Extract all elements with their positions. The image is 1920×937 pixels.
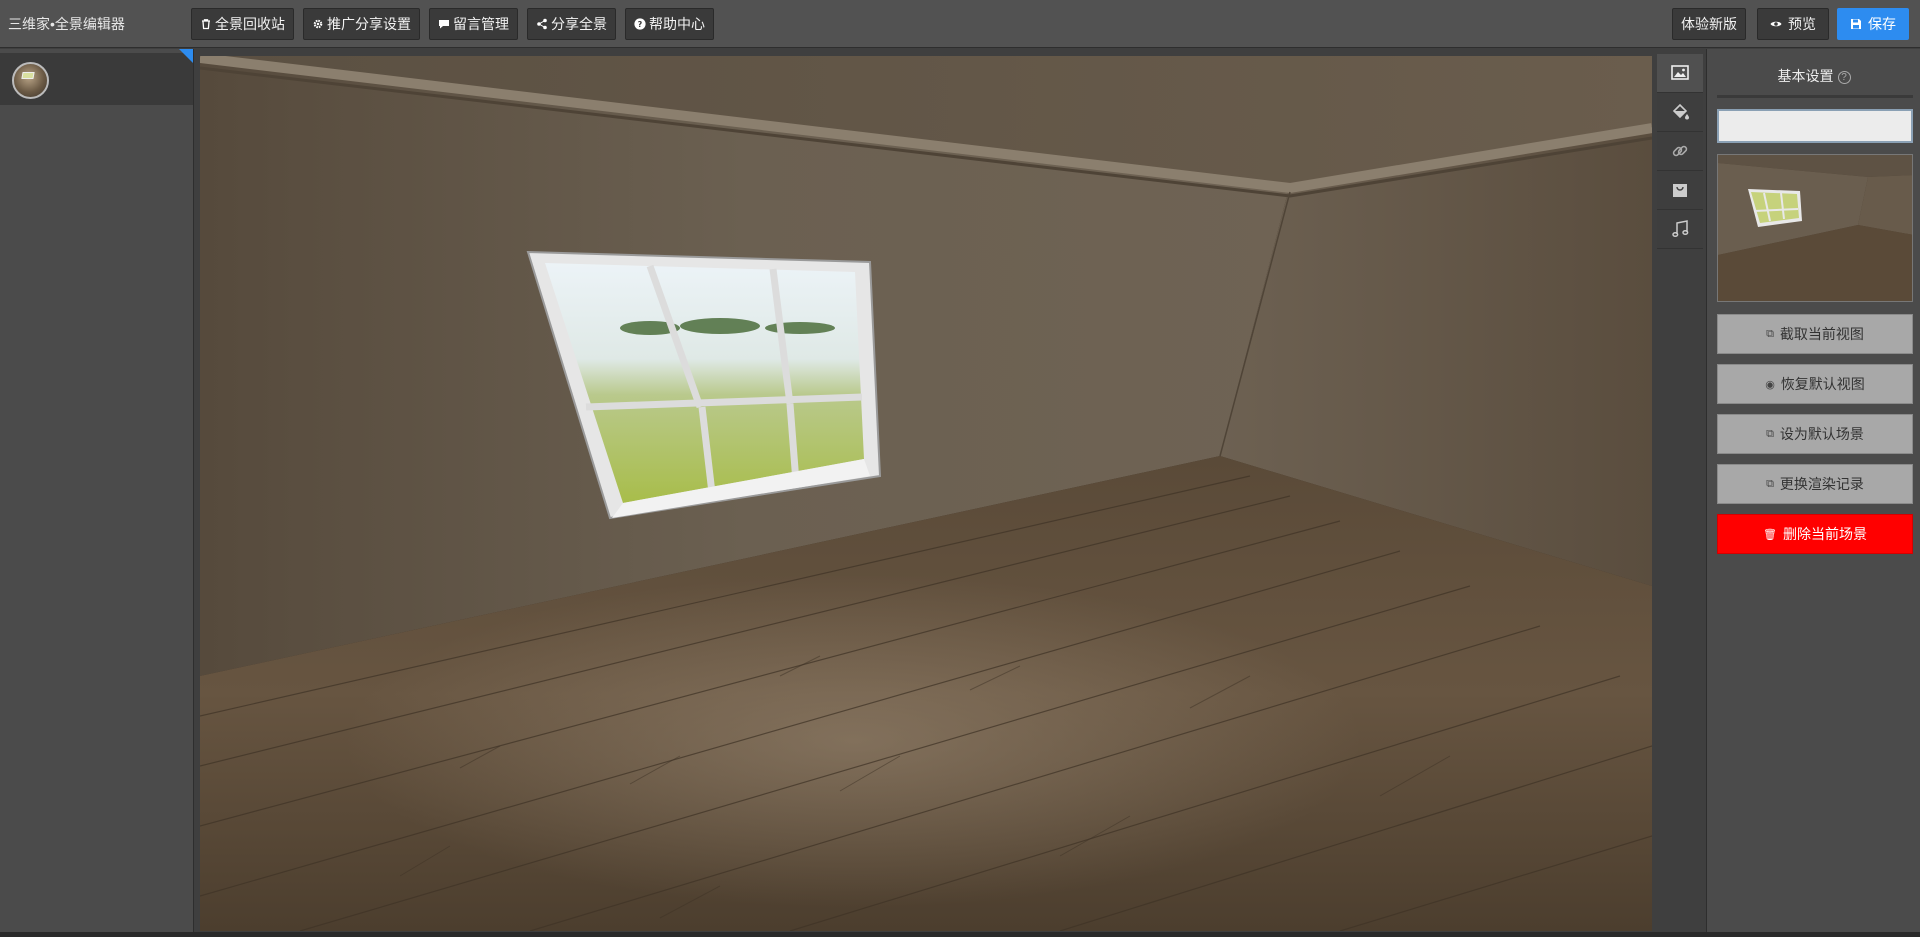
promote-share-settings-button[interactable]: 推广分享设置 [303,8,420,40]
crop-icon: ⧉ [1766,327,1774,340]
link-icon [1672,145,1688,157]
help-circle-icon[interactable]: ? [1837,71,1851,84]
crop-icon: ⧉ [1766,427,1774,440]
capture-current-view-label: 截取当前视图 [1779,326,1864,342]
restore-default-view-label: 恢复默认视图 [1780,376,1865,392]
settings-title-text: 基本设置 [1777,68,1834,84]
delete-current-scene-button[interactable]: 🗑 删除当前场景 [1717,514,1913,554]
preview-label: 预览 [1788,16,1816,32]
room-scene [200,56,1652,931]
tool-music[interactable] [1657,210,1703,249]
help-center-label: 帮助中心 [649,16,705,32]
settings-title: 基本设置? [1707,66,1920,86]
share-panorama-label: 分享全景 [551,16,607,32]
comment-management-button[interactable]: 留言管理 [429,8,518,40]
promote-share-settings-label: 推广分享设置 [327,16,411,32]
save-label: 保存 [1868,16,1896,32]
capture-current-view-button[interactable]: ⧉ 截取当前视图 [1717,314,1913,354]
comment-management-label: 留言管理 [453,16,509,32]
crop-icon: ⧉ [1766,477,1774,490]
set-default-scene-label: 设为默认场景 [1779,426,1864,442]
eye-icon [1770,21,1782,27]
try-new-version-label: 体验新版 [1681,16,1737,32]
selected-corner-marker [179,49,193,63]
tool-bag[interactable] [1657,171,1703,210]
help-center-button[interactable]: ? 帮助中心 [625,8,714,40]
floppy-icon [1851,19,1861,29]
restore-default-view-button[interactable]: ◉ 恢复默认视图 [1717,364,1913,404]
scene-preview-thumbnail [1717,154,1913,302]
tool-link[interactable] [1657,132,1703,171]
share-panorama-button[interactable]: 分享全景 [527,8,616,40]
top-toolbar: 三维家•全景编辑器 全景回收站 推广分享设置 留言管理 分享全景 ? 帮助中心 … [0,0,1920,48]
bottom-strip [0,932,1920,937]
settings-panel: 基本设置? ⧉ 截取当前视图 ◉ 恢复默认视图 ⧉ 设为默认场景 ⧉ 更换渲染记… [1706,49,1920,932]
scene-list-panel [0,49,194,932]
music-icon [1672,220,1689,238]
image-icon [1671,65,1689,80]
scene-list-item[interactable] [0,49,193,105]
try-new-version-button[interactable]: 体验新版 [1672,8,1746,40]
bag-icon [1673,184,1687,197]
svg-text:?: ? [638,20,643,29]
scene-name-input[interactable] [1717,109,1913,143]
tool-image[interactable] [1657,54,1703,93]
tool-paint[interactable] [1657,93,1703,132]
set-default-scene-button[interactable]: ⧉ 设为默认场景 [1717,414,1913,454]
app-title: 三维家•全景编辑器 [8,16,125,32]
question-icon: ? [634,18,646,30]
recycle-bin-button[interactable]: 全景回收站 [191,8,294,40]
gear-icon [313,19,323,29]
settings-divider [1717,95,1913,98]
trash-icon: 🗑 [1763,528,1777,541]
restore-icon: ◉ [1765,378,1775,391]
panorama-viewport[interactable] [200,56,1652,931]
tool-column [1657,54,1703,254]
trash-icon [202,19,210,30]
save-button[interactable]: 保存 [1837,8,1909,40]
replace-render-record-label: 更换渲染记录 [1779,476,1864,492]
paint-bucket-icon [1672,103,1689,120]
delete-current-scene-label: 删除当前场景 [1782,526,1867,542]
share-icon [537,18,547,30]
comment-icon [439,20,449,29]
scene-thumbnail [12,62,49,99]
replace-render-record-button[interactable]: ⧉ 更换渲染记录 [1717,464,1913,504]
recycle-bin-label: 全景回收站 [215,16,285,32]
preview-button[interactable]: 预览 [1757,8,1829,40]
